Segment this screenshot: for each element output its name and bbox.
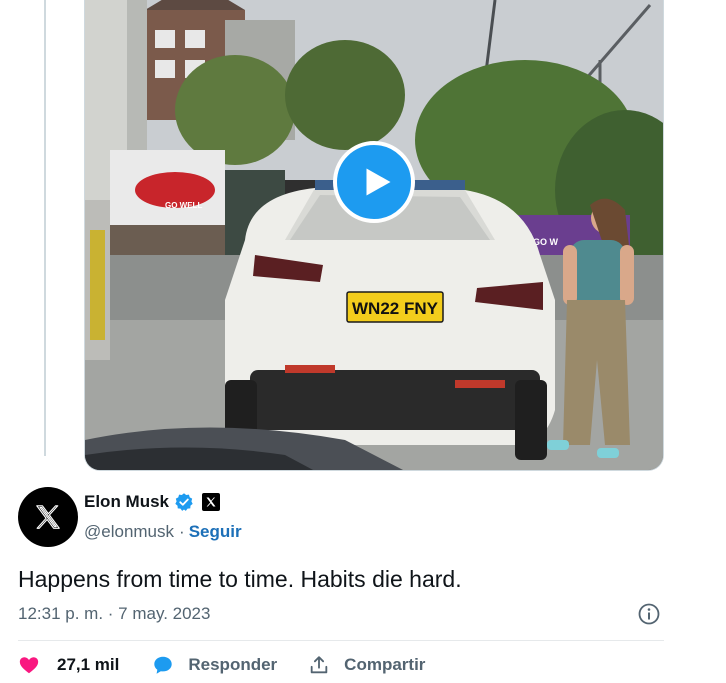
reply-bubble-icon xyxy=(154,656,173,674)
billboard-text: GO WELL xyxy=(165,201,202,210)
author-handle[interactable]: @elonmusk xyxy=(84,522,174,542)
tweet-timestamp[interactable]: 12:31 p. m. · 7 may. 2023 xyxy=(18,604,210,624)
play-icon xyxy=(366,168,391,196)
author-handle-row: @elonmusk · Seguir xyxy=(84,522,242,542)
handle-separator: · xyxy=(179,522,185,541)
verified-badge-icon[interactable] xyxy=(174,492,194,512)
tweet-text: Happens from time to time. Habits die ha… xyxy=(18,566,462,592)
author-name-row: Elon Musk xyxy=(84,492,221,512)
video-thumbnail: GO WELL GO W WN22 FNY xyxy=(85,0,663,470)
play-button[interactable] xyxy=(333,141,415,223)
follow-button[interactable]: Seguir xyxy=(189,522,242,542)
avatar[interactable] xyxy=(18,487,78,547)
info-icon[interactable] xyxy=(637,602,661,626)
author-display-name[interactable]: Elon Musk xyxy=(84,492,169,512)
license-plate: WN22 FNY xyxy=(352,299,439,318)
like-count: 27,1 mil xyxy=(57,655,120,674)
video-media[interactable]: GO WELL GO W WN22 FNY xyxy=(84,0,664,471)
reply-button[interactable]: Responder xyxy=(152,654,277,676)
share-button[interactable]: Compartir xyxy=(308,654,425,676)
reply-label: Responder xyxy=(188,655,278,674)
thread-connector-line xyxy=(44,0,46,456)
heart-icon xyxy=(19,657,39,674)
x-logo-icon xyxy=(36,505,60,529)
x-affiliate-badge-icon[interactable] xyxy=(202,493,221,511)
like-button[interactable]: 27,1 mil xyxy=(18,654,119,676)
share-label: Compartir xyxy=(344,655,426,674)
divider xyxy=(18,640,664,641)
share-icon xyxy=(310,656,328,674)
tweet-actions: 27,1 mil Responder Compartir xyxy=(18,654,425,676)
